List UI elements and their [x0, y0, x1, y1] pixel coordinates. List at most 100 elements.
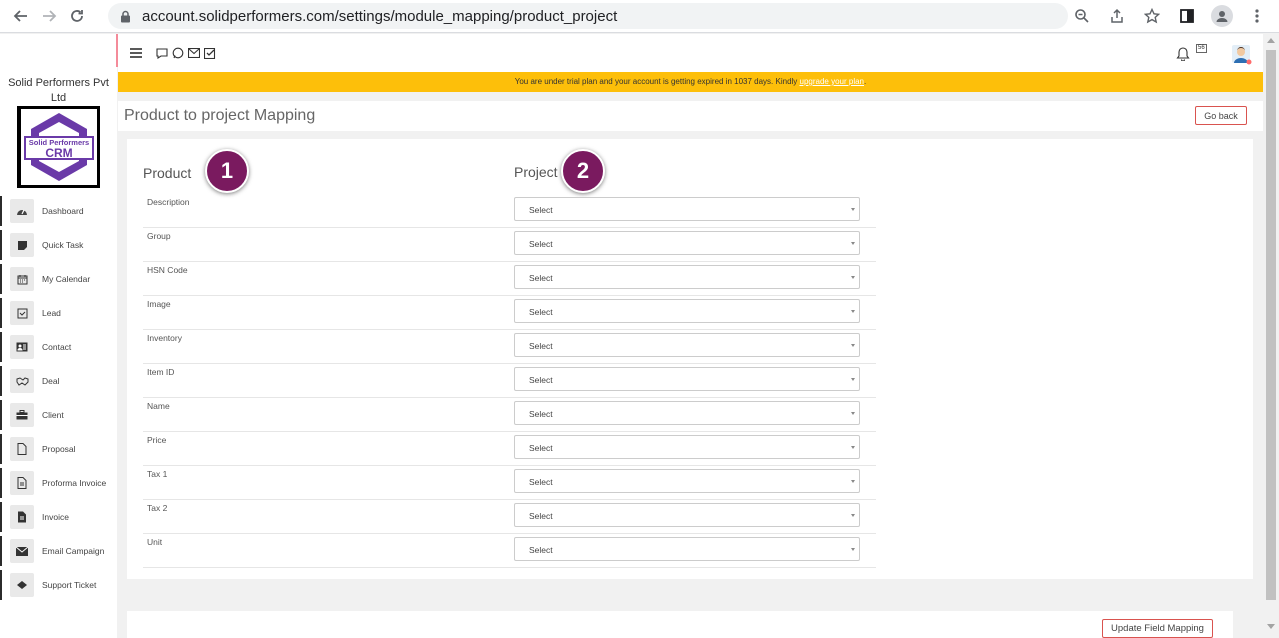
sidebar-item-contact[interactable]: Contact [0, 330, 117, 364]
select-value: Select [529, 239, 553, 249]
document-icon [10, 437, 34, 461]
forward-arrow-icon[interactable] [38, 5, 60, 27]
project-column-header: Project [514, 164, 558, 180]
sidebar-item-my-calendar[interactable]: My Calendar [0, 262, 117, 296]
project-field-select[interactable]: Select [514, 367, 860, 391]
select-value: Select [529, 273, 553, 283]
project-field-select[interactable]: Select [514, 197, 860, 221]
hamburger-menu-icon[interactable] [130, 48, 142, 58]
trial-banner: You are under trial plan and your accoun… [118, 72, 1263, 92]
sidebar-item-proposal[interactable]: Proposal [0, 432, 117, 466]
sidebar-item-label: My Calendar [42, 274, 91, 284]
step-badge-2: 2 [561, 149, 605, 193]
sidebar-item-invoice[interactable]: Invoice [0, 500, 117, 534]
project-field-select[interactable]: Select [514, 503, 860, 527]
project-field-select[interactable]: Select [514, 469, 860, 493]
caret-down-icon [851, 514, 855, 517]
product-column-header: Product [143, 165, 192, 181]
envelope-icon [10, 539, 34, 563]
sidebar-item-label: Proposal [42, 444, 76, 454]
sidebar-item-label: Dashboard [42, 206, 84, 216]
sidebar-item-label: Proforma Invoice [42, 478, 107, 488]
back-arrow-icon[interactable] [10, 5, 32, 27]
app-topbar: 56 [118, 34, 1263, 72]
step-badge-1: 1 [205, 149, 249, 193]
lock-icon [120, 9, 132, 23]
select-value: Select [529, 375, 553, 385]
svg-text:CRM: CRM [45, 146, 72, 160]
mapping-card: Product Project 1 2 Description Select Gro… [127, 139, 1253, 579]
notification-bell-icon[interactable] [1176, 46, 1190, 66]
sidebar-item-label: Deal [42, 376, 60, 386]
sidebar-item-lead[interactable]: Lead [0, 296, 117, 330]
product-field-label: Description [147, 197, 190, 207]
mapping-row: Image Select [143, 296, 876, 330]
mapping-row: HSN Code Select [143, 262, 876, 296]
caret-down-icon [851, 242, 855, 245]
url-text: account.solidperformers.com/settings/mod… [142, 7, 618, 25]
project-field-select[interactable]: Select [514, 333, 860, 357]
select-value: Select [529, 511, 553, 521]
task-check-icon[interactable] [204, 47, 216, 59]
address-bar[interactable]: account.solidperformers.com/settings/mod… [108, 3, 1068, 29]
scrollbar-thumb[interactable] [1266, 50, 1276, 600]
lead-icon [10, 301, 34, 325]
product-field-label: Inventory [147, 333, 182, 343]
footer-bar: Update Field Mapping [127, 611, 1233, 638]
product-field-label: Group [147, 231, 171, 241]
side-panel-icon[interactable] [1175, 4, 1199, 28]
company-name: Solid Performers Pvt Ltd [8, 77, 109, 104]
notification-count: 56 [1196, 44, 1207, 53]
menu-dots-icon[interactable] [1245, 4, 1269, 28]
sidebar-item-support-ticket[interactable]: Support Ticket [0, 568, 117, 602]
go-back-button[interactable]: Go back [1195, 106, 1247, 125]
project-field-select[interactable]: Select [514, 401, 860, 425]
project-field-select[interactable]: Select [514, 299, 860, 323]
caret-down-icon [851, 480, 855, 483]
sidebar-item-label: Client [42, 410, 64, 420]
browser-toolbar: account.solidperformers.com/settings/mod… [0, 0, 1279, 33]
product-field-label: HSN Code [147, 265, 188, 275]
whatsapp-icon[interactable] [172, 47, 184, 59]
sidebar-item-label: Email Campaign [42, 546, 105, 556]
caret-down-icon [851, 310, 855, 313]
upgrade-plan-link[interactable]: upgrade your plan [800, 77, 865, 86]
mail-icon[interactable] [188, 48, 200, 58]
sidebar-item-proforma-invoice[interactable]: Proforma Invoice [0, 466, 117, 500]
select-value: Select [529, 341, 553, 351]
ticket-icon [10, 573, 34, 597]
caret-down-icon [851, 548, 855, 551]
update-field-mapping-button[interactable]: Update Field Mapping [1102, 619, 1213, 638]
mapping-row: Description Select [143, 194, 876, 228]
trial-message: You are under trial plan and your accoun… [514, 77, 800, 86]
sidebar-item-label: Lead [42, 308, 61, 318]
invoice-icon [10, 505, 34, 529]
user-avatar[interactable] [1230, 43, 1252, 65]
share-icon[interactable] [1105, 4, 1129, 28]
company-logo: Solid Performers CRM [17, 106, 100, 188]
sidebar-item-quick-task[interactable]: Quick Task [0, 228, 117, 262]
sidebar-item-client[interactable]: Client [0, 398, 117, 432]
mapping-row: Price Select [143, 432, 876, 466]
star-icon[interactable] [1140, 4, 1164, 28]
zoom-icon[interactable] [1070, 4, 1094, 28]
mapping-row: Item ID Select [143, 364, 876, 398]
product-field-label: Name [147, 401, 170, 411]
profile-icon[interactable] [1210, 4, 1234, 28]
mapping-row: Name Select [143, 398, 876, 432]
briefcase-icon [10, 403, 34, 427]
sidebar-item-dashboard[interactable]: Dashboard [0, 194, 117, 228]
reload-icon[interactable] [66, 5, 88, 27]
select-value: Select [529, 205, 553, 215]
sidebar-item-email-campaign[interactable]: Email Campaign [0, 534, 117, 568]
project-field-select[interactable]: Select [514, 265, 860, 289]
caret-down-icon [851, 412, 855, 415]
scroll-up-arrow[interactable] [1267, 38, 1275, 43]
sidebar-item-deal[interactable]: Deal [0, 364, 117, 398]
scroll-down-arrow[interactable] [1267, 624, 1275, 629]
project-field-select[interactable]: Select [514, 435, 860, 459]
mapping-row: Tax 1 Select [143, 466, 876, 500]
project-field-select[interactable]: Select [514, 231, 860, 255]
project-field-select[interactable]: Select [514, 537, 860, 561]
chat-icon[interactable] [156, 47, 168, 59]
